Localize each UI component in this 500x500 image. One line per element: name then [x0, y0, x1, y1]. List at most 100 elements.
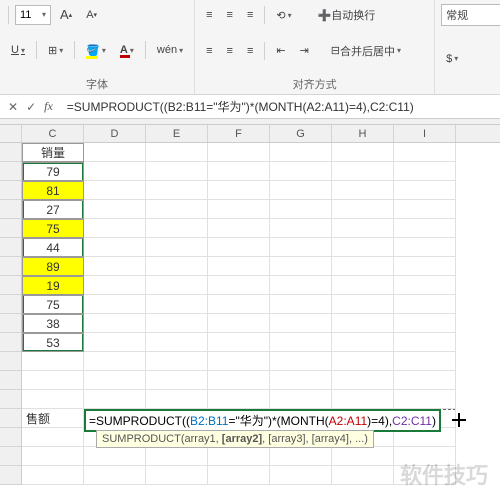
- phonetic-button[interactable]: wén▾: [152, 41, 188, 59]
- cell[interactable]: [146, 143, 208, 162]
- cell[interactable]: [270, 238, 332, 257]
- cell[interactable]: [146, 162, 208, 181]
- cell[interactable]: [332, 447, 394, 466]
- cell[interactable]: [332, 276, 394, 295]
- grow-font-button[interactable]: A▴: [55, 4, 77, 25]
- align-bottom-button[interactable]: ≡: [242, 6, 258, 24]
- cell[interactable]: [270, 181, 332, 200]
- cell[interactable]: [146, 352, 208, 371]
- formula-confirm-button[interactable]: ✓: [26, 100, 36, 114]
- cell[interactable]: [332, 200, 394, 219]
- cell[interactable]: [208, 143, 270, 162]
- cell[interactable]: 销量: [22, 143, 84, 162]
- column-header-E[interactable]: E: [146, 125, 208, 142]
- cell[interactable]: [394, 390, 456, 409]
- row-header[interactable]: [0, 409, 22, 428]
- formula-input[interactable]: =SUMPRODUCT((B2:B11="华为")*(MONTH(A2:A11)…: [61, 98, 500, 115]
- cell[interactable]: 售额: [22, 409, 84, 428]
- cell[interactable]: [84, 314, 146, 333]
- merge-center-button[interactable]: ⊟ 合并后居中▾: [326, 40, 406, 62]
- cell[interactable]: [22, 466, 84, 485]
- cell[interactable]: [270, 390, 332, 409]
- cell[interactable]: [270, 143, 332, 162]
- cell[interactable]: [208, 295, 270, 314]
- column-header-D[interactable]: D: [84, 125, 146, 142]
- currency-button[interactable]: $▾: [441, 50, 463, 68]
- row-header[interactable]: [0, 276, 22, 295]
- cell[interactable]: [270, 276, 332, 295]
- cell[interactable]: 75: [22, 295, 84, 314]
- row-header[interactable]: [0, 181, 22, 200]
- formula-cancel-button[interactable]: ✕: [8, 100, 18, 114]
- cell[interactable]: [146, 200, 208, 219]
- cell[interactable]: 27: [22, 200, 84, 219]
- cell[interactable]: [208, 333, 270, 352]
- row-header[interactable]: [0, 314, 22, 333]
- align-top-button[interactable]: ≡: [201, 6, 217, 24]
- cell[interactable]: [84, 447, 146, 466]
- cell[interactable]: 53: [22, 333, 84, 352]
- cell[interactable]: [332, 162, 394, 181]
- cell[interactable]: [394, 162, 456, 181]
- cell[interactable]: [22, 390, 84, 409]
- cell[interactable]: [146, 276, 208, 295]
- cell[interactable]: [208, 181, 270, 200]
- column-header-G[interactable]: G: [270, 125, 332, 142]
- cell[interactable]: [146, 257, 208, 276]
- cell[interactable]: [208, 200, 270, 219]
- row-header[interactable]: [0, 219, 22, 238]
- cell[interactable]: [270, 219, 332, 238]
- cell[interactable]: 38: [22, 314, 84, 333]
- cell[interactable]: [270, 333, 332, 352]
- column-header-I[interactable]: I: [394, 125, 456, 142]
- decrease-indent-button[interactable]: ⇤: [271, 41, 290, 60]
- cell[interactable]: [84, 371, 146, 390]
- underline-button[interactable]: U▾: [6, 41, 30, 59]
- cell[interactable]: [332, 352, 394, 371]
- cell[interactable]: [332, 333, 394, 352]
- shrink-font-button[interactable]: A▾: [81, 6, 102, 24]
- cell[interactable]: [332, 219, 394, 238]
- row-header[interactable]: [0, 200, 22, 219]
- cell[interactable]: [84, 219, 146, 238]
- column-header-F[interactable]: F: [208, 125, 270, 142]
- cell[interactable]: [332, 238, 394, 257]
- row-header[interactable]: [0, 466, 22, 485]
- cell[interactable]: [84, 162, 146, 181]
- row-header[interactable]: [0, 428, 22, 447]
- cell[interactable]: [208, 352, 270, 371]
- font-size-select[interactable]: 11▾: [15, 5, 51, 25]
- cell[interactable]: [208, 314, 270, 333]
- cell[interactable]: [22, 352, 84, 371]
- cell[interactable]: 19: [22, 276, 84, 295]
- cell[interactable]: [332, 257, 394, 276]
- cell[interactable]: [270, 162, 332, 181]
- cell[interactable]: [208, 371, 270, 390]
- cell[interactable]: 81: [22, 181, 84, 200]
- row-header[interactable]: [0, 333, 22, 352]
- cell[interactable]: [146, 466, 208, 485]
- cell[interactable]: [84, 238, 146, 257]
- cell[interactable]: [332, 181, 394, 200]
- row-header[interactable]: [0, 352, 22, 371]
- row-header[interactable]: [0, 162, 22, 181]
- cell[interactable]: [84, 200, 146, 219]
- cell[interactable]: [208, 276, 270, 295]
- cell[interactable]: [208, 466, 270, 485]
- row-header[interactable]: [0, 238, 22, 257]
- cell[interactable]: [208, 238, 270, 257]
- cell[interactable]: [146, 390, 208, 409]
- cell[interactable]: [22, 371, 84, 390]
- align-right-button[interactable]: ≡: [242, 42, 258, 60]
- cell[interactable]: [208, 219, 270, 238]
- cell[interactable]: [270, 466, 332, 485]
- cell[interactable]: 75: [22, 219, 84, 238]
- cell[interactable]: [332, 390, 394, 409]
- cell[interactable]: [394, 143, 456, 162]
- cell[interactable]: [394, 219, 456, 238]
- align-left-button[interactable]: ≡: [201, 42, 217, 60]
- font-color-button[interactable]: A▾: [115, 41, 139, 59]
- cell[interactable]: [270, 314, 332, 333]
- cell[interactable]: [84, 276, 146, 295]
- row-header[interactable]: [0, 447, 22, 466]
